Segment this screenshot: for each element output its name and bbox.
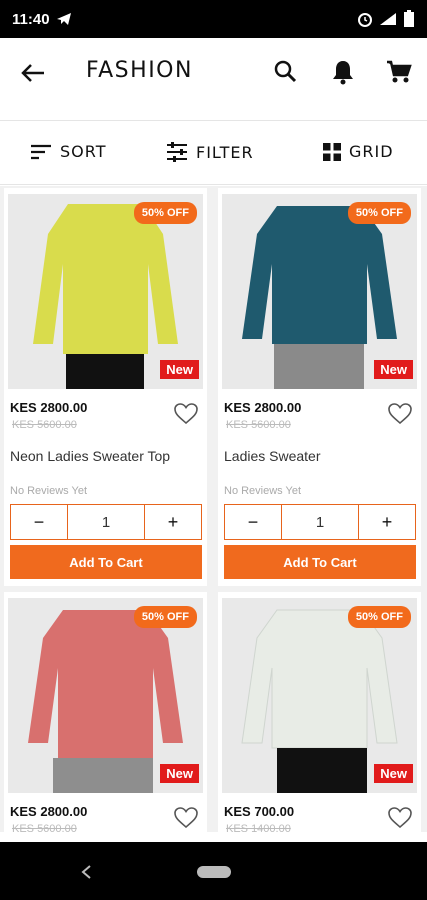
decrease-button[interactable]: − — [11, 505, 67, 539]
system-nav-bar — [0, 842, 427, 900]
discount-badge: 50% OFF — [347, 606, 411, 628]
decrease-button[interactable]: − — [225, 505, 281, 539]
product-image[interactable]: 50% OFF New — [8, 598, 203, 793]
back-arrow-icon[interactable] — [18, 58, 48, 88]
product-price: KES 2800.00 — [224, 400, 302, 415]
product-old-price: KES 5600.00 — [12, 823, 77, 832]
discount-badge: 50% OFF — [347, 202, 411, 224]
new-badge: New — [374, 360, 413, 379]
grid-button[interactable]: GRID — [323, 142, 394, 161]
sort-button[interactable]: SORT — [30, 142, 106, 161]
bell-icon[interactable] — [329, 58, 357, 86]
heart-icon[interactable] — [387, 402, 413, 426]
new-badge: New — [374, 764, 413, 783]
filter-button[interactable]: FILTER — [166, 142, 254, 162]
signal-icon — [380, 13, 396, 25]
product-price: KES 2800.00 — [10, 804, 88, 819]
quantity-value[interactable]: 1 — [281, 505, 359, 539]
product-image[interactable]: 50% OFF New — [8, 194, 203, 389]
product-name[interactable]: Neon Ladies Sweater Top — [10, 448, 170, 464]
grid-icon — [323, 142, 341, 161]
status-time: 11:40 — [12, 10, 50, 28]
status-bar: 11:40 — [0, 0, 427, 38]
product-price: KES 2800.00 — [10, 400, 88, 415]
discount-badge: 50% OFF — [133, 202, 197, 224]
sort-icon — [31, 144, 51, 159]
filter-icon — [167, 142, 187, 162]
quantity-stepper: − 1 + — [10, 504, 202, 540]
new-badge: New — [160, 360, 199, 379]
sort-filter-toolbar: SORT FILTER GRID — [0, 130, 427, 180]
add-to-cart-button[interactable]: Add To Cart — [10, 545, 202, 579]
nav-back-icon[interactable] — [80, 864, 92, 880]
product-old-price: KES 1400.00 — [226, 823, 291, 832]
discount-badge: 50% OFF — [133, 606, 197, 628]
add-to-cart-button[interactable]: Add To Cart — [224, 545, 416, 579]
app-bar: FASHION — [0, 38, 427, 108]
increase-button[interactable]: + — [145, 505, 201, 539]
grid-label: GRID — [349, 142, 394, 161]
product-price: KES 700.00 — [224, 804, 295, 819]
product-image[interactable]: 50% OFF New — [222, 598, 417, 793]
heart-icon[interactable] — [387, 806, 413, 830]
product-card[interactable]: 50% OFF New KES 700.00 KES 1400.00 — [218, 592, 421, 832]
product-reviews: No Reviews Yet — [224, 485, 302, 497]
product-card[interactable]: 50% OFF New KES 2800.00 KES 5600.00 Neon… — [4, 188, 207, 586]
product-card[interactable]: 50% OFF New KES 2800.00 KES 5600.00 — [4, 592, 207, 832]
header-divider — [0, 120, 427, 121]
battery-icon — [404, 10, 414, 27]
page-title: FASHION — [86, 58, 193, 83]
telegram-icon — [56, 13, 71, 25]
quantity-value[interactable]: 1 — [67, 505, 145, 539]
heart-icon[interactable] — [173, 806, 199, 830]
product-name[interactable]: Ladies Sweater — [224, 448, 321, 464]
search-icon[interactable] — [272, 58, 300, 86]
product-old-price: KES 5600.00 — [12, 419, 77, 431]
quantity-stepper: − 1 + — [224, 504, 416, 540]
product-card[interactable]: 50% OFF New KES 2800.00 KES 5600.00 Ladi… — [218, 188, 421, 586]
increase-button[interactable]: + — [359, 505, 415, 539]
new-badge: New — [160, 764, 199, 783]
product-grid: 50% OFF New KES 2800.00 KES 5600.00 Neon… — [0, 186, 427, 832]
alarm-icon — [358, 13, 372, 27]
product-old-price: KES 5600.00 — [226, 419, 291, 431]
cart-icon[interactable] — [385, 58, 413, 86]
product-image[interactable]: 50% OFF New — [222, 194, 417, 389]
home-pill[interactable] — [197, 866, 231, 878]
filter-label: FILTER — [196, 142, 254, 162]
heart-icon[interactable] — [173, 402, 199, 426]
sort-label: SORT — [60, 142, 107, 161]
toolbar-divider — [0, 184, 427, 185]
product-reviews: No Reviews Yet — [10, 485, 88, 497]
